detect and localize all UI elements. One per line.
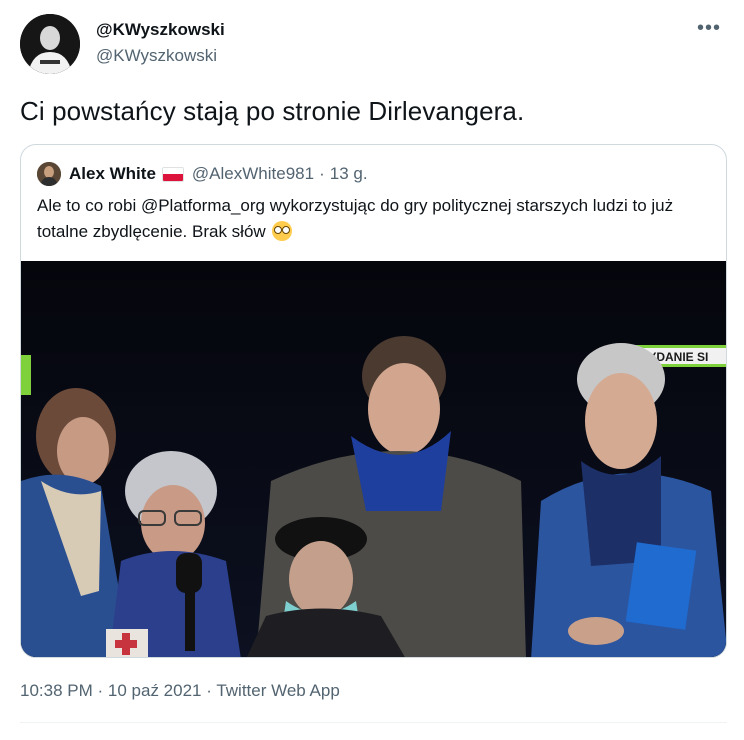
- tweet-time[interactable]: 10:38 PM: [20, 681, 93, 700]
- quoted-text-body: Ale to co robi @Platforma_org wykorzystu…: [37, 196, 674, 241]
- tweet-source-link[interactable]: Twitter Web App: [216, 681, 339, 700]
- quoted-author-name[interactable]: Alex White: [69, 164, 156, 184]
- tweet-metadata: 10:38 PM · 10 paź 2021 · Twitter Web App: [20, 681, 340, 701]
- more-options-button[interactable]: •••: [694, 18, 724, 42]
- poland-flag-icon: [161, 166, 184, 182]
- quoted-tweet-text: Ale to co robi @Platforma_org wykorzystu…: [37, 193, 717, 245]
- quoted-media-image[interactable]: WYDANIE SI: [21, 261, 726, 657]
- divider: [20, 722, 727, 723]
- quoted-time[interactable]: 13 g.: [330, 164, 368, 184]
- author-name[interactable]: @KWyszkowski: [96, 20, 225, 40]
- tweet-text: Ci powstańcy stają po stronie Dirlevange…: [20, 96, 525, 126]
- quoted-author-handle[interactable]: @AlexWhite981: [192, 164, 314, 184]
- quoted-author-avatar[interactable]: [37, 162, 61, 186]
- separator-dot: ·: [319, 164, 325, 183]
- quoted-tweet-header: Alex White @AlexWhite981 · 13 g.: [37, 161, 368, 187]
- tweet-date[interactable]: 10 paź 2021: [108, 681, 202, 700]
- author-handle[interactable]: @KWyszkowski: [96, 46, 217, 66]
- flushed-face-icon: [272, 221, 293, 241]
- separator-dot: ·: [206, 681, 212, 700]
- separator-dot: ·: [97, 681, 104, 700]
- author-avatar[interactable]: [20, 14, 80, 74]
- quoted-tweet[interactable]: Alex White @AlexWhite981 · 13 g. Ale to …: [20, 144, 727, 658]
